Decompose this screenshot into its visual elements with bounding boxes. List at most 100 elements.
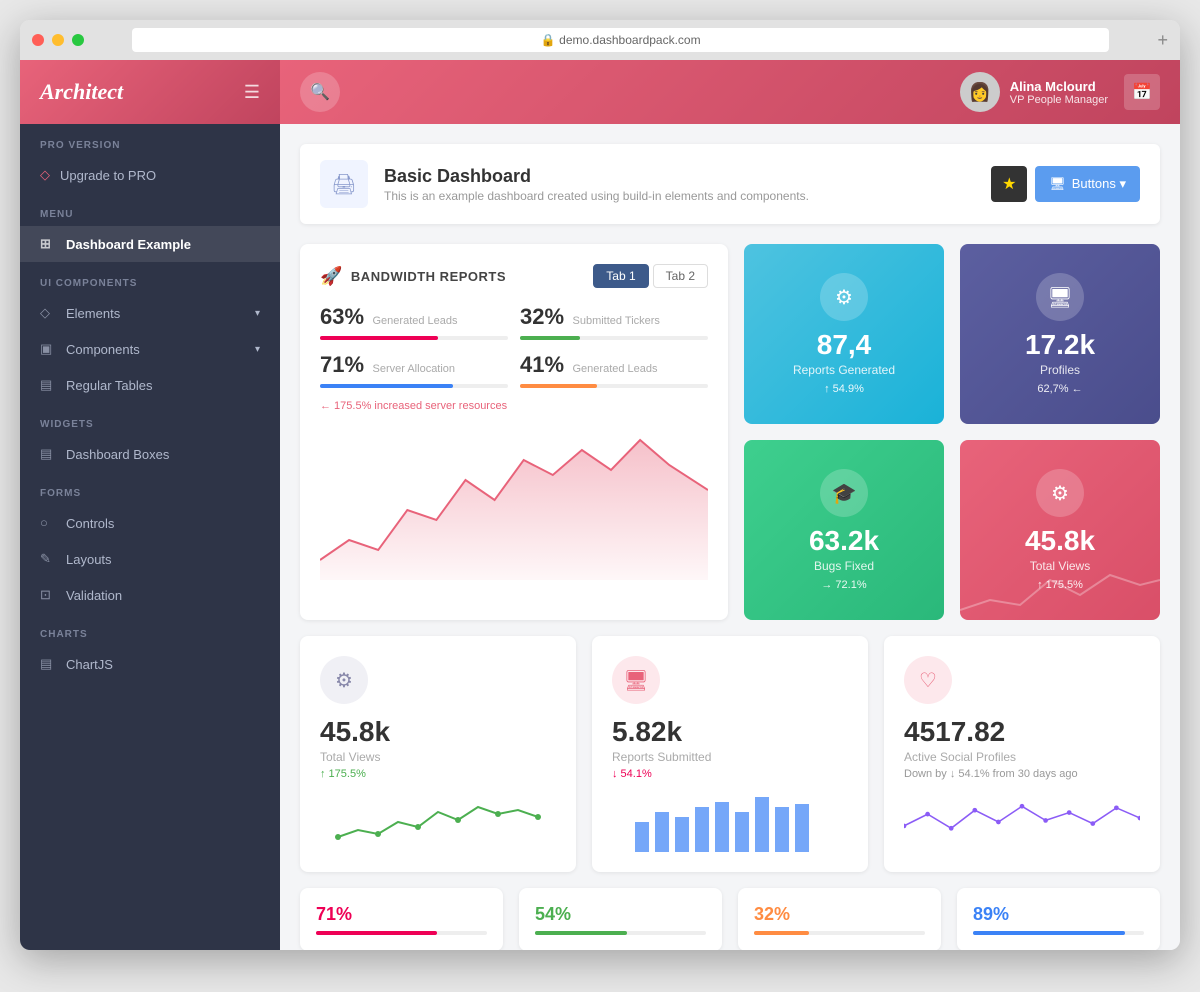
buttons-icon: 🖥 xyxy=(1049,176,1066,192)
validation-icon: ⊡ xyxy=(40,587,56,603)
page-header: 🖨 Basic Dashboard This is an example das… xyxy=(300,144,1160,224)
sidebar-item-regular-tables[interactable]: ▤ Regular Tables xyxy=(20,367,280,403)
app-layout: Architect ☰ PRO VERSION ◇ Upgrade to PRO… xyxy=(20,60,1180,950)
user-role: VP People Manager xyxy=(1010,94,1108,106)
close-dot[interactable] xyxy=(32,34,44,46)
heart-icon-card: ♡ xyxy=(904,656,952,704)
browser-titlebar: 🔒 demo.dashboardpack.com + xyxy=(20,20,1180,60)
elements-icon: ◇ xyxy=(40,305,56,321)
stat-card-bugs: 🎓 63.2k Bugs Fixed → 72.1% xyxy=(744,440,944,620)
line-chart-green xyxy=(320,792,556,852)
sidebar-item-dashboard-boxes[interactable]: ▤ Dashboard Boxes xyxy=(20,436,280,472)
components-icon: ▣ xyxy=(40,341,56,357)
server-notice: ← 175.5% increased server resources xyxy=(320,400,708,412)
dashboard-grid: 🚀 BANDWIDTH REPORTS Tab 1 Tab 2 63% xyxy=(300,244,1160,620)
page-header-text: Basic Dashboard This is an example dashb… xyxy=(384,166,809,203)
add-tab-button[interactable]: + xyxy=(1157,30,1168,51)
stat-server-allocation: 71% Server Allocation xyxy=(320,352,508,388)
sidebar-item-label: Validation xyxy=(66,588,122,603)
stat-submitted-tickers: 32% Submitted Tickers xyxy=(520,304,708,340)
stat-value-total-views: 45.8k xyxy=(1025,525,1095,557)
user-details: Alina Mclourd VP People Manager xyxy=(1010,79,1108,106)
star-button[interactable]: ★ xyxy=(991,166,1027,202)
tab-2[interactable]: Tab 2 xyxy=(653,264,708,288)
stat-value-bugs: 63.2k xyxy=(809,525,879,557)
page-header-actions: ★ 🖥 Buttons ▾ xyxy=(991,166,1140,202)
controls-icon: ○ xyxy=(40,515,56,531)
sidebar-item-label: Regular Tables xyxy=(66,378,152,393)
progress-card-1: 71% xyxy=(300,888,503,950)
bandwidth-card: 🚀 BANDWIDTH REPORTS Tab 1 Tab 2 63% xyxy=(300,244,728,620)
stat-change-bugs: → 72.1% xyxy=(821,579,866,591)
gear-icon: ⚙ xyxy=(820,273,868,321)
sidebar-item-label: Upgrade to PRO xyxy=(60,168,156,183)
table-icon: ▤ xyxy=(40,377,56,393)
progress-pct-3: 32% xyxy=(754,904,925,925)
address-bar[interactable]: 🔒 demo.dashboardpack.com xyxy=(132,28,1109,52)
browser-window: 🔒 demo.dashboardpack.com + Architect ☰ P… xyxy=(20,20,1180,950)
sidebar-item-elements[interactable]: ◇ Elements ▾ xyxy=(20,295,280,331)
page-title: Basic Dashboard xyxy=(384,166,809,187)
progress-bar-1 xyxy=(316,931,487,935)
sidebar-item-dashboard-example[interactable]: ⊞ Dashboard Example xyxy=(20,226,280,262)
sidebar-item-controls[interactable]: ○ Controls xyxy=(20,505,280,541)
info-change-total-views: ↑ 175.5% xyxy=(320,768,556,780)
sidebar-item-label: Dashboard Example xyxy=(66,237,191,252)
info-note-social-profiles: Down by ↓ 54.1% from 30 days ago xyxy=(904,768,1140,780)
sidebar-item-validation[interactable]: ⊡ Validation xyxy=(20,577,280,613)
calendar-button[interactable]: 📅 xyxy=(1124,74,1160,110)
info-card-reports-submitted: 🖥 5.82k Reports Submitted ↓ 54.1% xyxy=(592,636,868,872)
sidebar-item-components[interactable]: ▣ Components ▾ xyxy=(20,331,280,367)
buttons-label: Buttons ▾ xyxy=(1072,176,1126,192)
progress-bar-3 xyxy=(754,931,925,935)
sidebar-item-upgrade[interactable]: ◇ Upgrade to PRO xyxy=(20,157,280,193)
page-icon: 🖨 xyxy=(320,160,368,208)
bottom-cards: ⚙ 45.8k Total Views ↑ 175.5% xyxy=(300,636,1160,872)
progress-pct-2: 54% xyxy=(535,904,706,925)
stat-label-profiles: Profiles xyxy=(1040,363,1080,377)
main-content: 🖨 Basic Dashboard This is an example das… xyxy=(280,124,1180,950)
settings-icon: ⚙ xyxy=(1036,469,1084,517)
progress-bar-2 xyxy=(535,931,706,935)
stat-card-reports: ⚙ 87,4 Reports Generated ↑ 54.9% xyxy=(744,244,944,424)
sidebar: Architect ☰ PRO VERSION ◇ Upgrade to PRO… xyxy=(20,60,280,950)
bar-chart-blue xyxy=(612,792,848,852)
progress-pct-4: 89% xyxy=(973,904,1144,925)
stat-card-profiles: 🖥 17.2k Profiles 62,7% ← xyxy=(960,244,1160,424)
line-chart-purple xyxy=(904,792,1140,852)
tab-1[interactable]: Tab 1 xyxy=(593,264,648,288)
graduation-icon: 🎓 xyxy=(820,469,868,517)
username: Alina Mclourd xyxy=(1010,79,1108,94)
section-label-menu: MENU xyxy=(20,193,280,226)
box-icon: ▤ xyxy=(40,446,56,462)
sidebar-item-layouts[interactable]: ✎ Layouts xyxy=(20,541,280,577)
app-logo: Architect xyxy=(40,79,123,105)
bandwidth-stats: 63% Generated Leads 32% Submitted Ticker… xyxy=(320,304,708,388)
search-button[interactable]: 🔍 xyxy=(300,72,340,112)
stat-value-profiles: 17.2k xyxy=(1025,329,1095,361)
minimize-dot[interactable] xyxy=(52,34,64,46)
chart-icon: ▤ xyxy=(40,656,56,672)
section-label-pro: PRO VERSION xyxy=(20,124,280,157)
progress-card-4: 89% xyxy=(957,888,1160,950)
avatar: 👩 xyxy=(960,72,1000,112)
buttons-dropdown[interactable]: 🖥 Buttons ▾ xyxy=(1035,166,1140,202)
section-label-widgets: WIDGETS xyxy=(20,403,280,436)
section-label-ui-components: UI COMPONENTS xyxy=(20,262,280,295)
info-label-total-views: Total Views xyxy=(320,750,556,764)
sidebar-item-chartjs[interactable]: ▤ ChartJS xyxy=(20,646,280,682)
info-label-social-profiles: Active Social Profiles xyxy=(904,750,1140,764)
gear-icon-card: ⚙ xyxy=(320,656,368,704)
stat-label-bugs: Bugs Fixed xyxy=(814,559,874,573)
bandwidth-tabs: Tab 1 Tab 2 xyxy=(593,264,708,288)
maximize-dot[interactable] xyxy=(72,34,84,46)
sidebar-item-label: Dashboard Boxes xyxy=(66,447,169,462)
diamond-icon: ◇ xyxy=(40,167,50,183)
stat-change-reports: ↑ 54.9% xyxy=(824,383,864,395)
sidebar-header: Architect ☰ xyxy=(20,60,280,124)
monitor-icon-card: 🖥 xyxy=(612,656,660,704)
progress-card-3: 32% xyxy=(738,888,941,950)
bandwidth-chart xyxy=(320,420,708,580)
stat-change-profiles: 62,7% ← xyxy=(1037,383,1082,395)
hamburger-icon[interactable]: ☰ xyxy=(244,82,260,103)
